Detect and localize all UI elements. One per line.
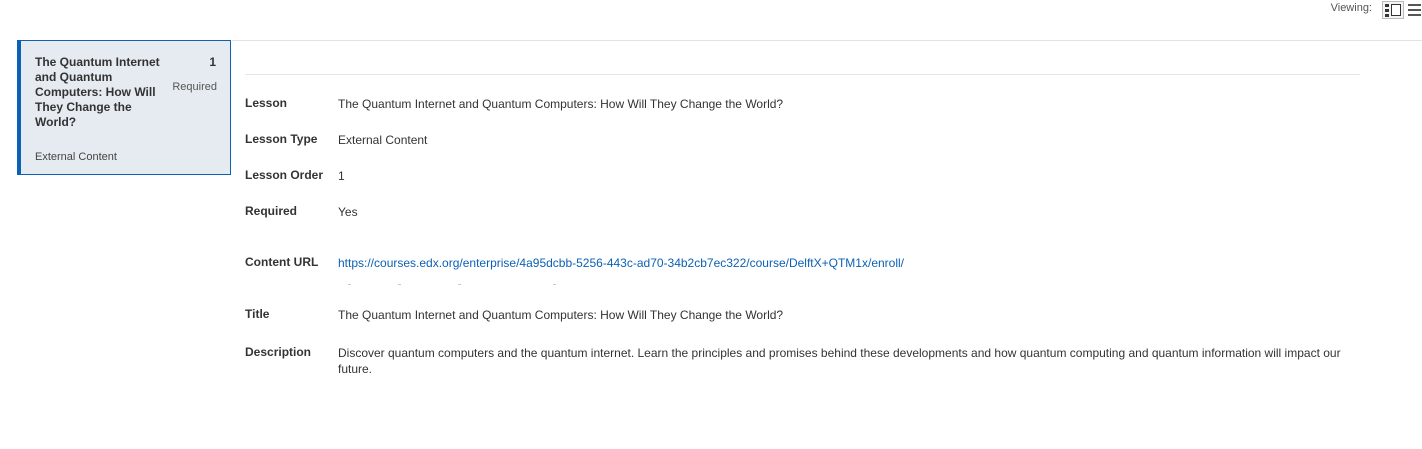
lesson-order-label: Lesson Order [245, 168, 324, 182]
description-label: Description [245, 345, 312, 359]
content-url-link[interactable]: https://courses.edx.org/enterprise/4a95d… [338, 255, 904, 271]
required-label: Required [245, 204, 298, 218]
required-value: Yes [338, 205, 358, 219]
lesson-card-title: The Quantum Internet and Quantum Compute… [35, 55, 160, 129]
lesson-type-value: External Content [338, 133, 428, 147]
lesson-value: The Quantum Internet and Quantum Compute… [338, 97, 784, 111]
lesson-card-required: Required [172, 81, 217, 93]
view-toggle-toolbar: Viewing: [1302, 0, 1422, 20]
grid-view-icon[interactable] [1382, 1, 1404, 19]
description-value: Discover quantum computers and the quant… [338, 346, 1341, 376]
list-view-icon[interactable] [1408, 1, 1422, 19]
faint-divider [338, 284, 638, 286]
lesson-card-order: 1 [209, 55, 216, 69]
lesson-label: Lesson [245, 96, 288, 110]
lesson-type-label: Lesson Type [245, 132, 318, 146]
title-value: The Quantum Internet and Quantum Compute… [338, 308, 784, 322]
details-divider [245, 74, 1360, 75]
viewing-label: Viewing: [1330, 2, 1372, 14]
content-url-label: Content URL [245, 255, 319, 269]
lesson-card-type: External Content [35, 151, 117, 163]
title-label: Title [245, 307, 270, 321]
lesson-order-value: 1 [338, 169, 345, 183]
header-divider [232, 40, 1422, 41]
lesson-card[interactable]: The Quantum Internet and Quantum Compute… [17, 40, 231, 175]
